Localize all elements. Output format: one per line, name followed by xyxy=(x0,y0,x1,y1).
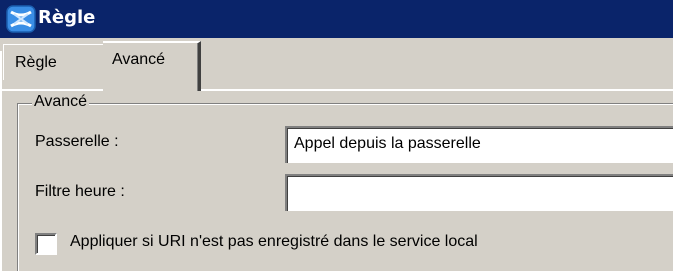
tab-regle[interactable]: Règle xyxy=(3,44,103,80)
passerelle-label: Passerelle : xyxy=(35,133,119,150)
tab-avance[interactable]: Avancé xyxy=(103,41,201,91)
group-legend: Avancé xyxy=(32,93,90,111)
tab-panel-left-border xyxy=(0,51,2,271)
window-title: Règle xyxy=(38,7,96,28)
tab-panel-border xyxy=(0,89,673,91)
apply-if-uri-unregistered-checkbox[interactable] xyxy=(35,233,57,255)
title-bar[interactable]: Règle xyxy=(0,0,673,38)
tab-strip: Règle Avancé xyxy=(0,38,673,91)
filtre-heure-input[interactable] xyxy=(285,174,673,211)
apply-if-uri-unregistered-label[interactable]: Appliquer si URI n'est pas enregistré da… xyxy=(70,233,478,251)
passerelle-input[interactable]: Appel depuis la passerelle xyxy=(285,126,673,163)
app-icon xyxy=(6,5,36,33)
rule-dialog-window: Règle Règle Avancé Avancé Passerelle : A… xyxy=(0,0,673,271)
filtre-heure-label: Filtre heure : xyxy=(35,183,125,200)
